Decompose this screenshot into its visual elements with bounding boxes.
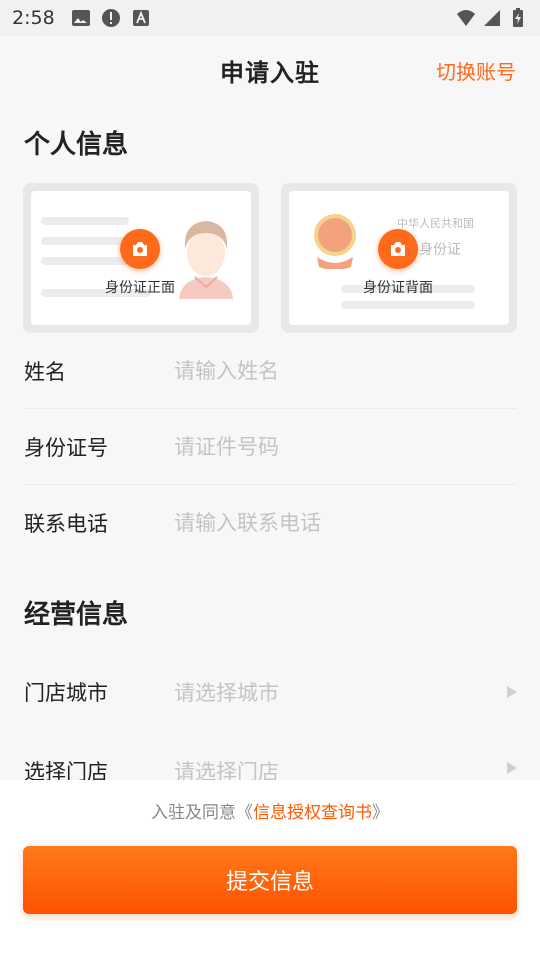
agreement-text: 入驻及同意《信息授权查询书》 <box>0 798 540 823</box>
camera-button-front[interactable] <box>120 229 160 269</box>
chevron-right-icon <box>507 762 517 774</box>
city-row[interactable]: 门店城市 请选择城市 <box>24 654 517 730</box>
placeholder-line <box>341 301 475 309</box>
id-back-upload[interactable]: 中华人民共和国 身份证 身份证背面 <box>281 183 517 333</box>
store-select[interactable]: 请选择门店 <box>174 756 507 780</box>
agreement-suffix: 》 <box>372 803 389 823</box>
signal-icon <box>484 10 500 26</box>
personal-section-title: 个人信息 <box>24 130 129 160</box>
text-icon <box>132 10 149 26</box>
id-number-input[interactable] <box>174 434 517 459</box>
page-title: 申请入驻 <box>220 58 320 87</box>
alert-icon <box>101 9 120 27</box>
placeholder-line <box>41 237 129 245</box>
agreement-prefix: 入驻及同意《 <box>151 803 253 823</box>
id-back-card-inner: 中华人民共和国 身份证 身份证背面 <box>289 191 509 325</box>
camera-icon <box>133 242 147 256</box>
name-row: 姓名 <box>24 333 517 409</box>
id-number-row: 身份证号 <box>24 409 517 485</box>
emblem-subtext: 身份证 <box>419 242 461 258</box>
status-icons-left <box>71 8 151 28</box>
status-time: 2:58 <box>12 7 55 29</box>
store-row[interactable]: 选择门店 请选择门店 <box>24 730 517 780</box>
chevron-right-icon <box>507 686 517 698</box>
battery-icon <box>513 8 523 27</box>
id-front-upload[interactable]: 身份证正面 <box>23 183 259 333</box>
business-section-title: 经营信息 <box>24 600 129 630</box>
submit-button[interactable]: 提交信息 <box>23 846 517 914</box>
name-label: 姓名 <box>24 359 66 384</box>
wifi-icon <box>457 10 475 26</box>
placeholder-line <box>41 257 129 265</box>
camera-icon <box>391 242 405 256</box>
image-icon <box>71 10 90 26</box>
store-label: 选择门店 <box>24 760 108 780</box>
placeholder-line <box>41 217 129 225</box>
switch-account-link[interactable]: 切换账号 <box>436 56 516 85</box>
id-number-label: 身份证号 <box>24 435 108 460</box>
status-icons-right <box>456 8 528 28</box>
emblem-text: 中华人民共和国 <box>397 217 474 230</box>
city-select[interactable]: 请选择城市 <box>174 677 507 707</box>
portrait-icon <box>179 221 233 299</box>
city-label: 门店城市 <box>24 681 108 705</box>
app-header: 申请入驻 切换账号 <box>0 36 540 104</box>
bottom-action-area: 入驻及同意《信息授权查询书》 提交信息 <box>0 780 540 960</box>
id-back-label: 身份证背面 <box>363 280 433 296</box>
phone-label: 联系电话 <box>24 512 108 536</box>
status-bar: 2:58 <box>0 0 540 36</box>
phone-row: 联系电话 <box>24 485 517 561</box>
emblem-icon <box>314 214 356 269</box>
camera-button-back[interactable] <box>378 229 418 269</box>
id-front-label: 身份证正面 <box>105 280 175 296</box>
id-front-card-inner: 身份证正面 <box>31 191 251 325</box>
agreement-link[interactable]: 信息授权查询书 <box>253 803 372 823</box>
phone-input[interactable] <box>174 511 517 535</box>
name-input[interactable] <box>174 358 517 383</box>
